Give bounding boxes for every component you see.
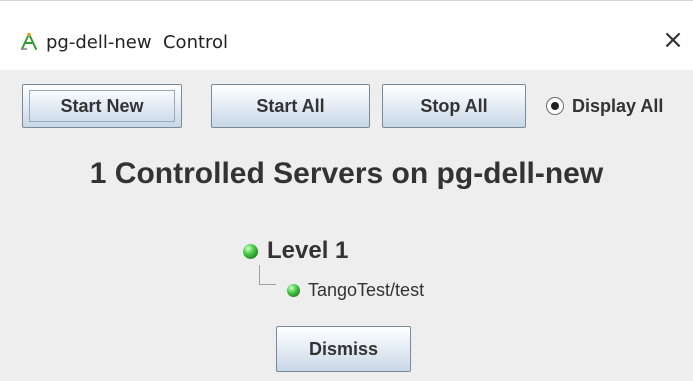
stop-all-label: Stop All: [420, 96, 488, 116]
tango-starter-icon: [21, 32, 37, 50]
radio-button[interactable]: [546, 97, 564, 115]
display-all-label: Display All: [572, 95, 664, 116]
title-bar[interactable]: pg-dell-new Control ×: [0, 1, 693, 70]
dismiss-label: Dismiss: [308, 339, 379, 359]
display-all-radio[interactable]: Display All: [546, 93, 663, 119]
status-green-icon: [243, 243, 258, 259]
radio-selected-dot: [551, 102, 559, 110]
server-label: TangoTest/test: [308, 280, 425, 300]
start-new-label: Start New: [60, 96, 144, 116]
level-node[interactable]: Level 1: [243, 237, 348, 265]
start-all-button[interactable]: Start All: [211, 84, 370, 128]
page-title: 1 Controlled Servers on pg-dell-new: [89, 157, 604, 190]
control-window: pg-dell-new Control × Start New Start Al…: [0, 0, 693, 381]
level-label: Level 1: [267, 237, 349, 264]
server-node[interactable]: TangoTest/test: [287, 280, 424, 301]
close-icon[interactable]: ×: [658, 23, 688, 57]
start-all-label: Start All: [256, 96, 325, 116]
dismiss-button[interactable]: Dismiss: [276, 326, 411, 372]
status-green-icon: [287, 284, 300, 297]
stop-all-button[interactable]: Stop All: [382, 84, 526, 128]
toolbar: Start New Start All Stop All Display All: [0, 82, 693, 130]
window-title: pg-dell-new Control: [46, 32, 229, 53]
start-new-button[interactable]: Start New: [22, 84, 182, 128]
tree-connector: [259, 265, 276, 285]
